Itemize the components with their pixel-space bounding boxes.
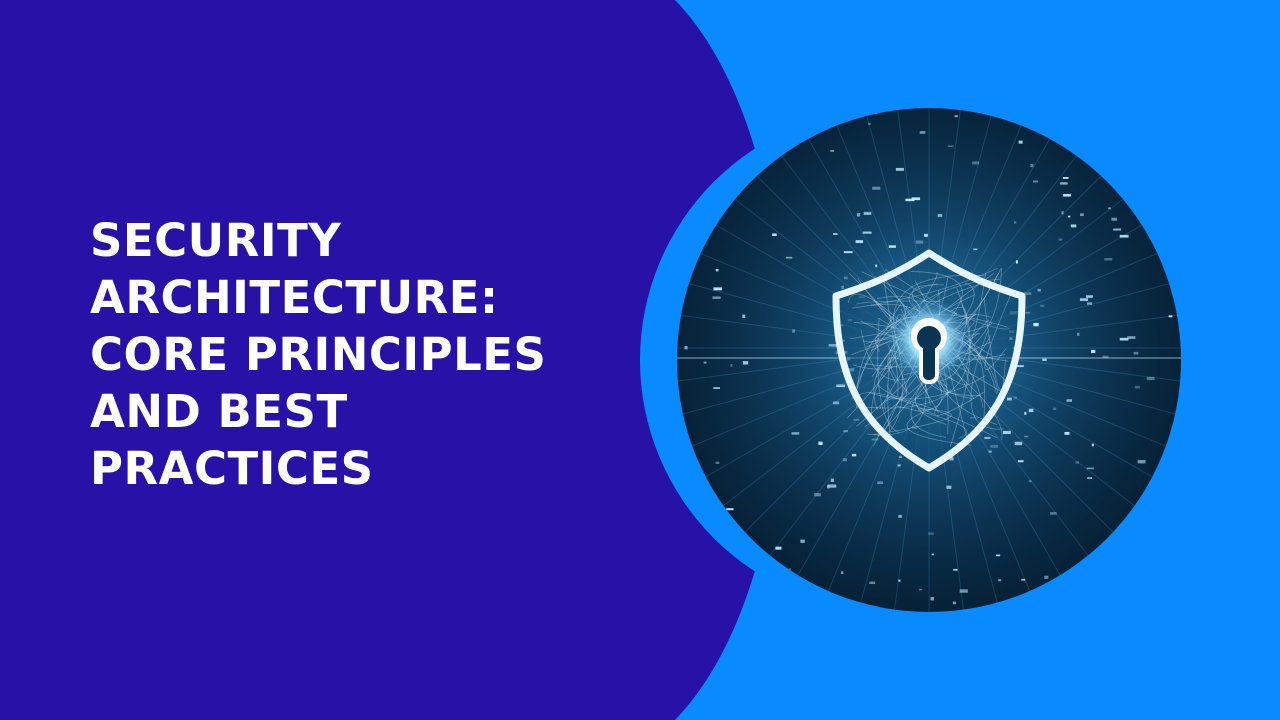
- hero-image: [677, 108, 1181, 612]
- slide-title: SECURITY ARCHITECTURE: CORE PRINCIPLES A…: [90, 212, 610, 497]
- title-line-2: ARCHITECTURE:: [90, 271, 499, 324]
- title-line-4: AND BEST: [90, 385, 348, 438]
- title-line-5: PRACTICES: [90, 442, 374, 495]
- title-line-1: SECURITY: [90, 214, 342, 267]
- title-line-3: CORE PRINCIPLES: [90, 328, 547, 381]
